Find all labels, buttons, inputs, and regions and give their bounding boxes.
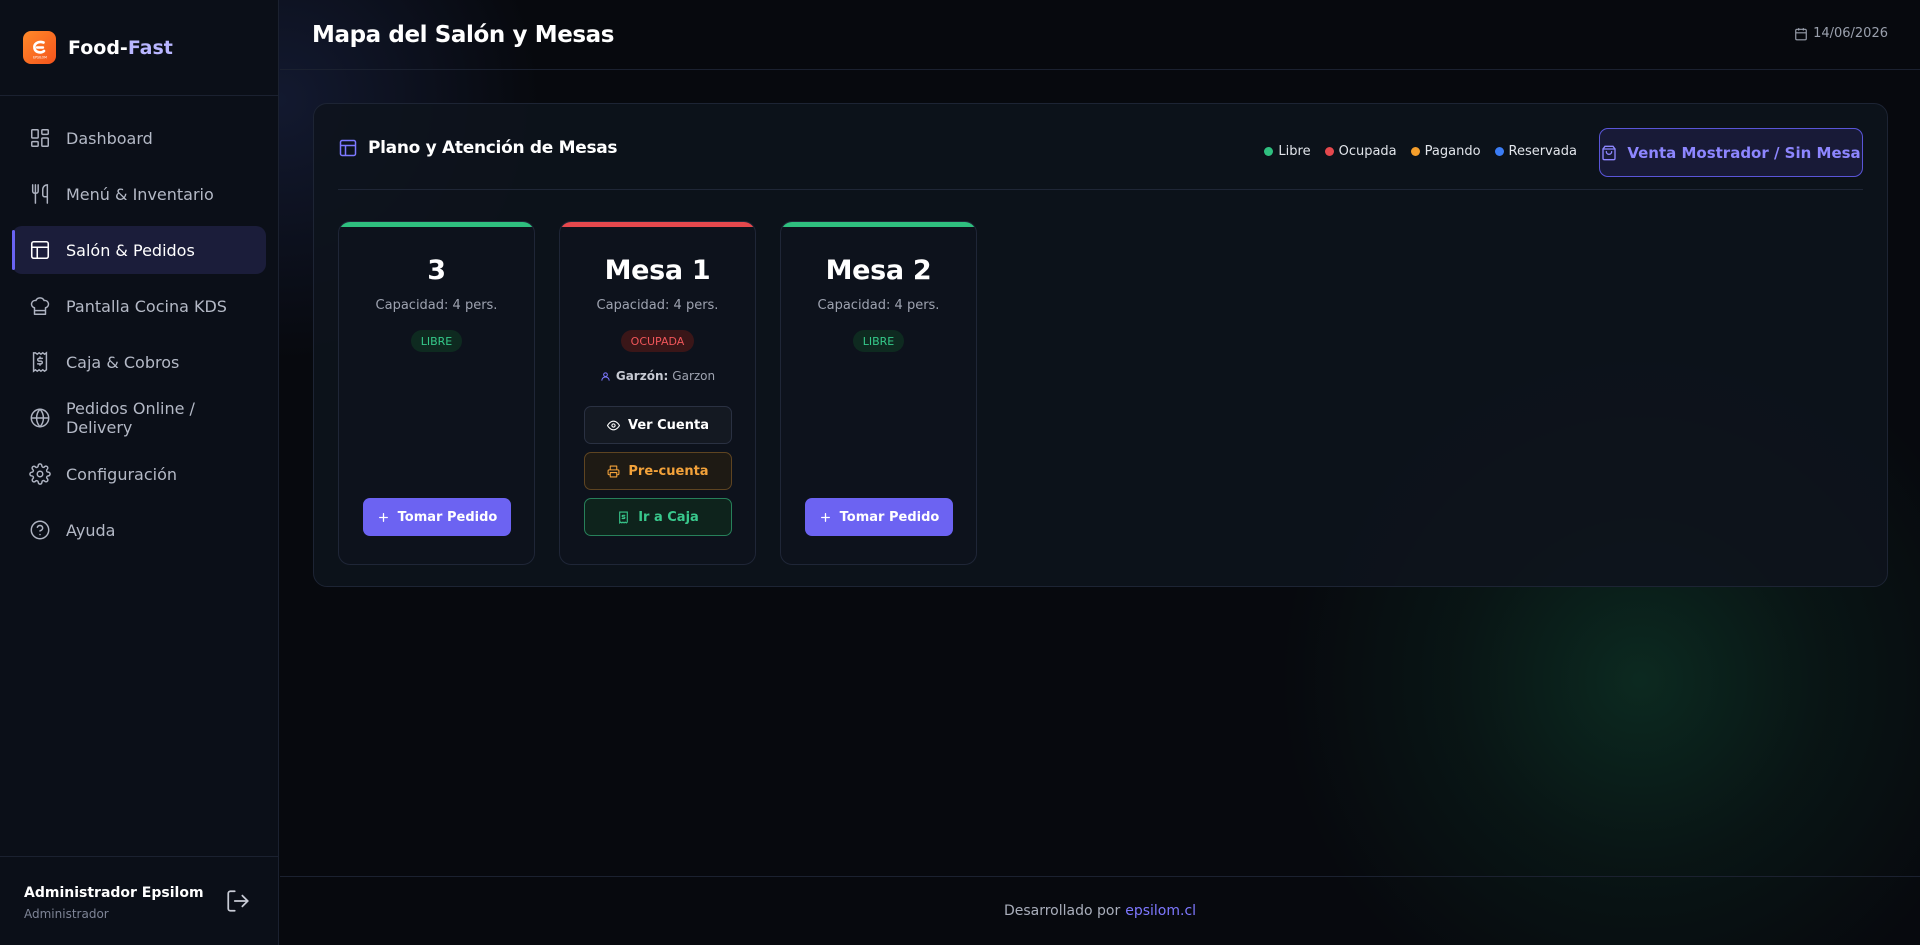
utensils-icon [28, 182, 52, 206]
status-bar [560, 222, 755, 227]
plus-icon [378, 512, 388, 522]
chef-hat-icon [28, 294, 52, 318]
status-legend: Libre Ocupada Pagando Reservada [1250, 144, 1577, 159]
sidebar: EPSILOM Food-Fast Dashboard Menú & Inven… [0, 0, 279, 945]
legend-dot [1410, 147, 1420, 156]
sidebar-item-label: Salón & Pedidos [66, 240, 195, 260]
waiter-name: Garzon [672, 369, 716, 383]
legend-dot [1264, 147, 1274, 156]
sidebar-item-salon-orders[interactable]: Salón & Pedidos [12, 226, 266, 274]
sidebar-item-menu-inventory[interactable]: Menú & Inventario [12, 170, 266, 218]
tables-panel: Plano y Atención de Mesas Libre Ocupada … [313, 103, 1888, 587]
table-capacity: Capacidad: 4 pers. [596, 298, 719, 313]
page-title: Mapa del Salón y Mesas [312, 21, 615, 48]
brand[interactable]: EPSILOM Food-Fast [0, 0, 278, 96]
table-name: 3 [427, 255, 446, 286]
legend-dot [1494, 147, 1504, 156]
sidebar-nav: Dashboard Menú & Inventario Salón & Pedi… [0, 96, 278, 554]
sidebar-item-label: Pedidos Online / Delivery [65, 399, 195, 437]
layout-icon [28, 238, 52, 262]
calendar-icon [1795, 27, 1807, 40]
sidebar-item-label: Menú & Inventario [66, 184, 214, 204]
pre-bill-button[interactable]: Pre-cuenta [584, 452, 732, 490]
sidebar-item-settings[interactable]: Configuración [12, 450, 266, 498]
table-card-mesa-1: Mesa 1 Capacidad: 4 pers. OCUPADA Garzón… [559, 221, 756, 565]
counter-sale-button[interactable]: Venta Mostrador / Sin Mesa [1599, 128, 1863, 177]
view-bill-button[interactable]: Ver Cuenta [584, 406, 732, 444]
status-badge: OCUPADA [620, 330, 695, 352]
gear-icon [28, 462, 52, 486]
user-profile: Administrador Epsilom Administrador [0, 856, 279, 945]
footer-text: Desarrollado por [1003, 903, 1121, 919]
status-bar [339, 222, 534, 227]
table-card-mesa-2: Mesa 2 Capacidad: 4 pers. LIBRE Tomar Pe… [780, 221, 977, 565]
sidebar-item-label: Configuración [66, 464, 178, 484]
logout-icon [227, 890, 249, 912]
brand-name: Food-Fast [68, 36, 173, 59]
panel-header: Plano y Atención de Mesas Libre Ocupada … [338, 104, 1863, 190]
panel-title: Plano y Atención de Mesas [368, 138, 618, 158]
user-icon [601, 371, 610, 381]
legend-dot [1324, 147, 1334, 156]
legend-item-reservada: Reservada [1494, 144, 1577, 159]
sidebar-item-label: Pantalla Cocina KDS [66, 296, 227, 316]
sidebar-item-dashboard[interactable]: Dashboard [12, 114, 266, 162]
shopping-bag-icon [1602, 145, 1616, 160]
logout-button[interactable] [225, 888, 251, 914]
table-card-3: 3 Capacidad: 4 pers. LIBRE Tomar Pedido [338, 221, 535, 565]
waiter-label: Garzón: [615, 369, 669, 383]
eye-icon [607, 420, 621, 430]
epsilom-logo-icon: EPSILOM [32, 40, 47, 59]
sidebar-item-kitchen-kds[interactable]: Pantalla Cocina KDS [12, 282, 266, 330]
footer: Desarrollado por epsilom.cl [280, 876, 1920, 945]
table-name: Mesa 1 [604, 255, 711, 286]
dashboard-icon [28, 126, 52, 150]
svg-text:EPSILOM: EPSILOM [33, 55, 47, 59]
sidebar-item-help[interactable]: Ayuda [12, 506, 266, 554]
status-bar [781, 222, 976, 227]
date-text: 14/06/2026 [1813, 26, 1888, 41]
help-icon [28, 518, 52, 542]
brand-logo: EPSILOM [23, 31, 56, 64]
top-header: Mapa del Salón y Mesas 14/06/2026 [280, 0, 1920, 70]
legend-item-libre: Libre [1264, 144, 1311, 159]
go-to-cashier-button[interactable]: Ir a Caja [584, 498, 732, 536]
globe-icon [28, 406, 52, 430]
take-order-button[interactable]: Tomar Pedido [805, 498, 953, 536]
plus-icon [820, 512, 830, 522]
take-order-button[interactable]: Tomar Pedido [363, 498, 511, 536]
sidebar-item-label: Caja & Cobros [66, 352, 180, 372]
table-capacity: Capacidad: 4 pers. [817, 298, 940, 313]
panel-title-group: Plano y Atención de Mesas [338, 138, 618, 158]
footer-link[interactable]: epsilom.cl [1125, 903, 1196, 919]
current-date: 14/06/2026 [1794, 26, 1888, 41]
legend-item-ocupada: Ocupada [1324, 144, 1397, 159]
printer-icon [607, 465, 620, 477]
legend-item-pagando: Pagando [1410, 144, 1481, 159]
waiter-info: Garzón: Garzon [560, 369, 755, 383]
table-name: Mesa 2 [825, 255, 932, 286]
sidebar-item-online-delivery[interactable]: Pedidos Online / Delivery [12, 394, 266, 442]
sidebar-item-label: Ayuda [66, 520, 116, 540]
layout-icon [339, 139, 357, 157]
receipt-icon [619, 511, 629, 524]
status-badge: LIBRE [410, 330, 463, 352]
sidebar-item-cashier[interactable]: Caja & Cobros [12, 338, 266, 386]
receipt-icon [28, 350, 52, 374]
table-capacity: Capacidad: 4 pers. [375, 298, 498, 313]
status-badge: LIBRE [852, 330, 905, 352]
sidebar-item-label: Dashboard [66, 128, 153, 148]
